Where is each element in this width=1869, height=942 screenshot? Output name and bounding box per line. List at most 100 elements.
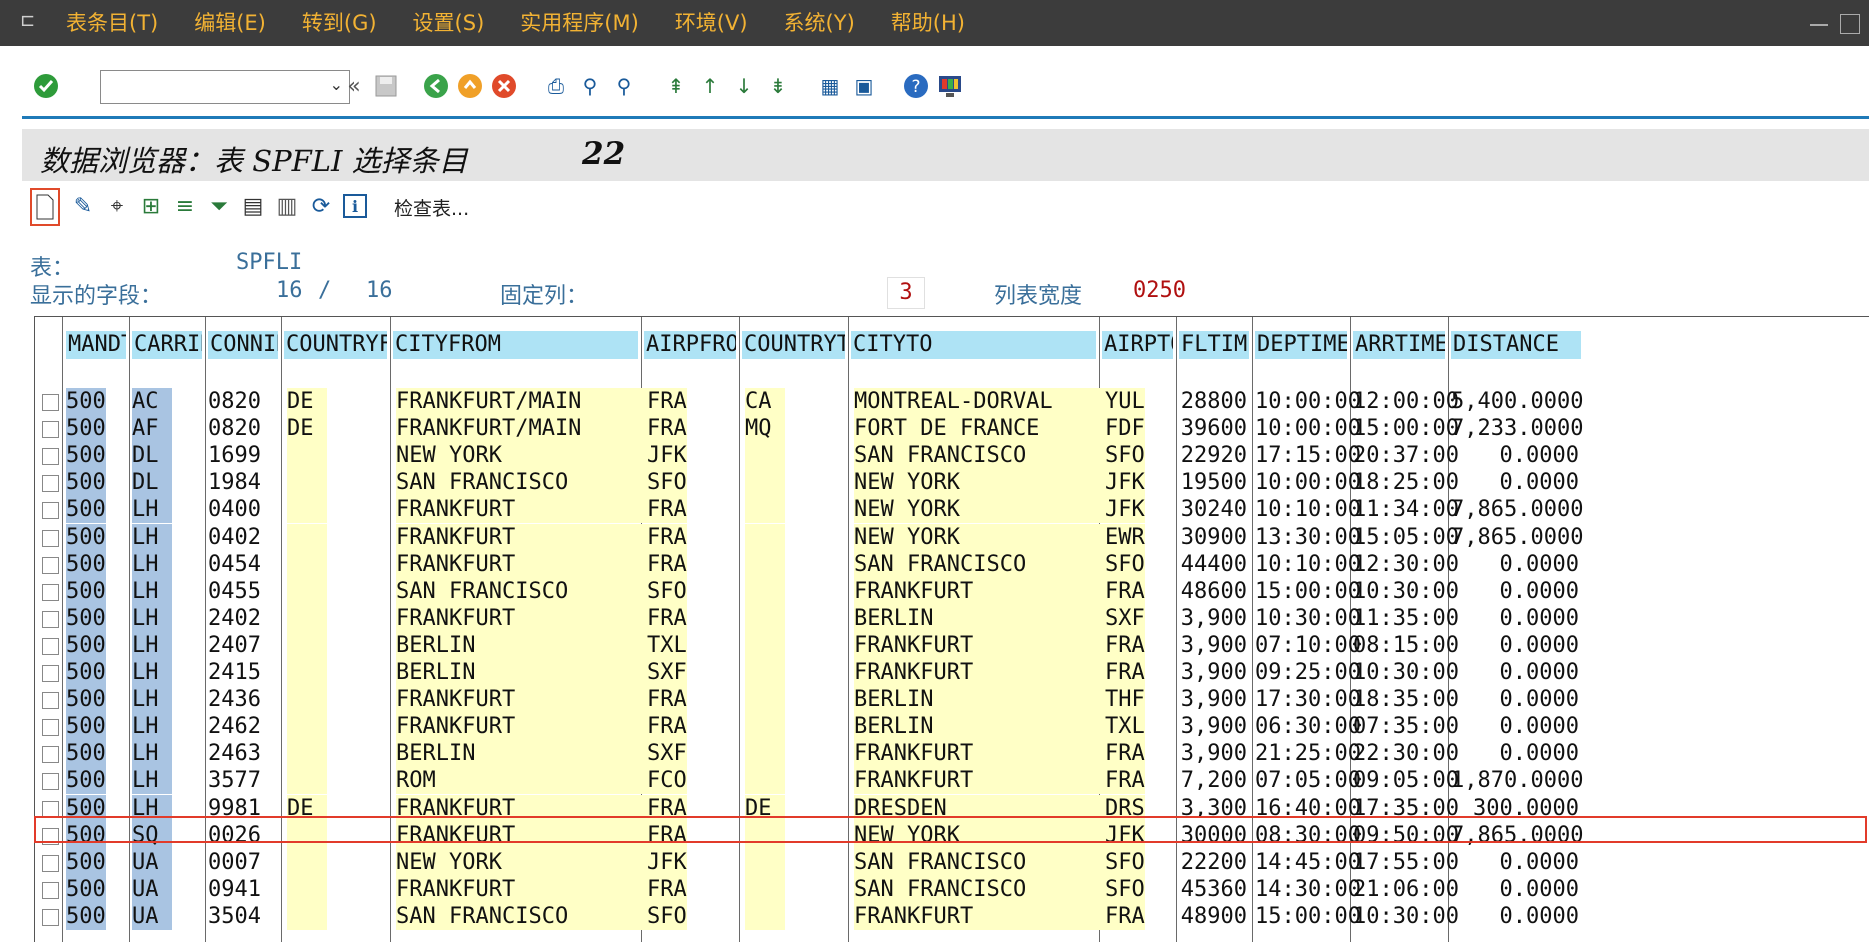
cell-fltime[interactable]: 3,900 [1179,659,1247,686]
cell-carrid[interactable]: LH [132,605,172,632]
cell-fltime[interactable]: 7,200 [1179,767,1247,794]
cell-countryto[interactable] [745,659,785,686]
column-header-countryfr[interactable]: COUNTRYFR [284,331,387,359]
cell-mandt[interactable]: 500 [66,686,106,713]
refresh-icon[interactable]: ⟳ [306,191,336,221]
filter-icon[interactable]: ⏷ [204,191,234,221]
cell-connid[interactable]: 0455 [208,578,276,605]
table-row[interactable]: 500 SQ 0026 FRANKFURT FRA NEW YORK JFK 30000 08:… [35,822,1869,849]
cell-fltime[interactable]: 28800 [1179,388,1247,415]
cell-cityto[interactable]: SAN FRANCISCO [854,551,1120,578]
cell-carrid[interactable]: UA [132,876,172,903]
cell-connid[interactable]: 2402 [208,605,276,632]
cell-fltime[interactable]: 48600 [1179,578,1247,605]
cell-countryto[interactable] [745,713,785,740]
cell-arrtime[interactable]: 09:05:00 [1353,767,1459,794]
row-select-checkbox[interactable] [42,665,59,682]
cell-mandt[interactable]: 500 [66,388,106,415]
cell-mandt[interactable]: 500 [66,605,106,632]
cell-countryfr[interactable] [287,632,327,659]
cell-deptime[interactable]: 10:00:00 [1255,469,1361,496]
cell-mandt[interactable]: 500 [66,496,106,523]
row-select-checkbox[interactable] [42,611,59,628]
system-menu-icon[interactable]: ⊏ [20,10,44,32]
cell-connid[interactable]: 0820 [208,415,276,442]
cell-countryfr[interactable]: DE [287,795,327,822]
column-header-arrtime[interactable]: ARRTIME [1353,331,1445,359]
column-header-fltime[interactable]: FLTIME [1179,331,1249,359]
cell-mandt[interactable]: 500 [66,876,106,903]
cell-fltime[interactable]: 3,900 [1179,632,1247,659]
cell-countryfr[interactable] [287,849,327,876]
cell-countryto[interactable] [745,903,785,930]
cell-connid[interactable]: 0007 [208,849,276,876]
cell-arrtime[interactable]: 11:35:00 [1353,605,1459,632]
cell-airpto[interactable]: EWR [1105,524,1145,551]
cell-countryto[interactable] [745,876,785,903]
cell-cityfrom[interactable]: FRANKFURT [396,713,662,740]
cell-cityto[interactable]: FRANKFURT [854,903,1120,930]
table-row[interactable]: 500 LH 9981 DE FRANKFURT FRA DE DRESDEN DRS 3,300… [35,795,1869,822]
cell-countryto[interactable] [745,740,785,767]
cell-airpto[interactable]: FDF [1105,415,1145,442]
cell-airpto[interactable]: FRA [1105,740,1145,767]
cell-airpto[interactable]: JFK [1105,496,1145,523]
cell-distance[interactable]: 0.0000 [1451,876,1579,903]
cell-cityfrom[interactable]: FRANKFURT [396,876,662,903]
cell-countryfr[interactable] [287,767,327,794]
cell-arrtime[interactable]: 12:30:00 [1353,551,1459,578]
cell-airpto[interactable]: SFO [1105,876,1145,903]
cell-distance[interactable]: 0.0000 [1451,442,1579,469]
cell-deptime[interactable]: 10:00:00 [1255,388,1361,415]
column-header-cityfrom[interactable]: CITYFROM [393,331,638,359]
menu-item-environment[interactable]: 环境(V) [675,10,748,36]
cell-countryto[interactable] [745,686,785,713]
cell-cityfrom[interactable]: SAN FRANCISCO [396,469,662,496]
row-select-checkbox[interactable] [42,448,59,465]
cell-deptime[interactable]: 10:30:00 [1255,605,1361,632]
cell-arrtime[interactable]: 11:34:00 [1353,496,1459,523]
cell-countryto[interactable] [745,822,785,849]
column-header-connid[interactable]: CONNID [208,331,278,359]
cell-countryto[interactable] [745,605,785,632]
row-select-checkbox[interactable] [42,530,59,547]
first-page-icon[interactable]: ⇞ [662,72,690,100]
cell-carrid[interactable]: LH [132,767,172,794]
cell-cityfrom[interactable]: FRANKFURT [396,496,662,523]
cell-carrid[interactable]: DL [132,442,172,469]
cell-connid[interactable]: 2463 [208,740,276,767]
find-icon[interactable]: ⚲ [576,72,604,100]
cell-countryfr[interactable] [287,578,327,605]
cell-deptime[interactable]: 14:45:00 [1255,849,1361,876]
column-header-airpto[interactable]: AIRPTO [1102,331,1173,359]
cell-countryto[interactable] [745,524,785,551]
cell-distance[interactable]: 1,870.0000 [1451,767,1583,794]
help-icon[interactable]: ? [902,72,930,100]
column-header-mandt[interactable]: MANDT [66,331,126,359]
cell-airpfrom[interactable]: FRA [647,713,687,740]
cell-arrtime[interactable]: 22:30:00 [1353,740,1459,767]
cell-arrtime[interactable]: 09:50:00 [1353,822,1459,849]
cell-airpfrom[interactable]: TXL [647,632,687,659]
cell-fltime[interactable]: 30000 [1179,822,1247,849]
cell-airpto[interactable]: FRA [1105,578,1145,605]
cell-countryfr[interactable] [287,713,327,740]
cell-cityfrom[interactable]: FRANKFURT [396,551,662,578]
cell-distance[interactable]: 0.0000 [1451,740,1579,767]
cell-cityto[interactable]: FRANKFURT [854,578,1120,605]
row-select-checkbox[interactable] [42,719,59,736]
cell-countryto[interactable] [745,551,785,578]
cell-distance[interactable]: 5,400.0000 [1451,388,1583,415]
cell-cityfrom[interactable]: BERLIN [396,659,662,686]
cell-distance[interactable]: 0.0000 [1451,469,1579,496]
table-row[interactable]: 500 AF 0820 DE FRANKFURT/MAIN FRA MQ FORT DE FR… [35,415,1869,442]
cell-airpfrom[interactable]: SFO [647,469,687,496]
cell-fltime[interactable]: 19500 [1179,469,1247,496]
cell-deptime[interactable]: 15:00:00 [1255,578,1361,605]
cell-arrtime[interactable]: 10:30:00 [1353,903,1459,930]
cell-arrtime[interactable]: 07:35:00 [1353,713,1459,740]
select-columns-icon[interactable]: ▤ [238,191,268,221]
cell-countryto[interactable]: MQ [745,415,785,442]
cell-connid[interactable]: 0941 [208,876,276,903]
cell-countryfr[interactable] [287,740,327,767]
